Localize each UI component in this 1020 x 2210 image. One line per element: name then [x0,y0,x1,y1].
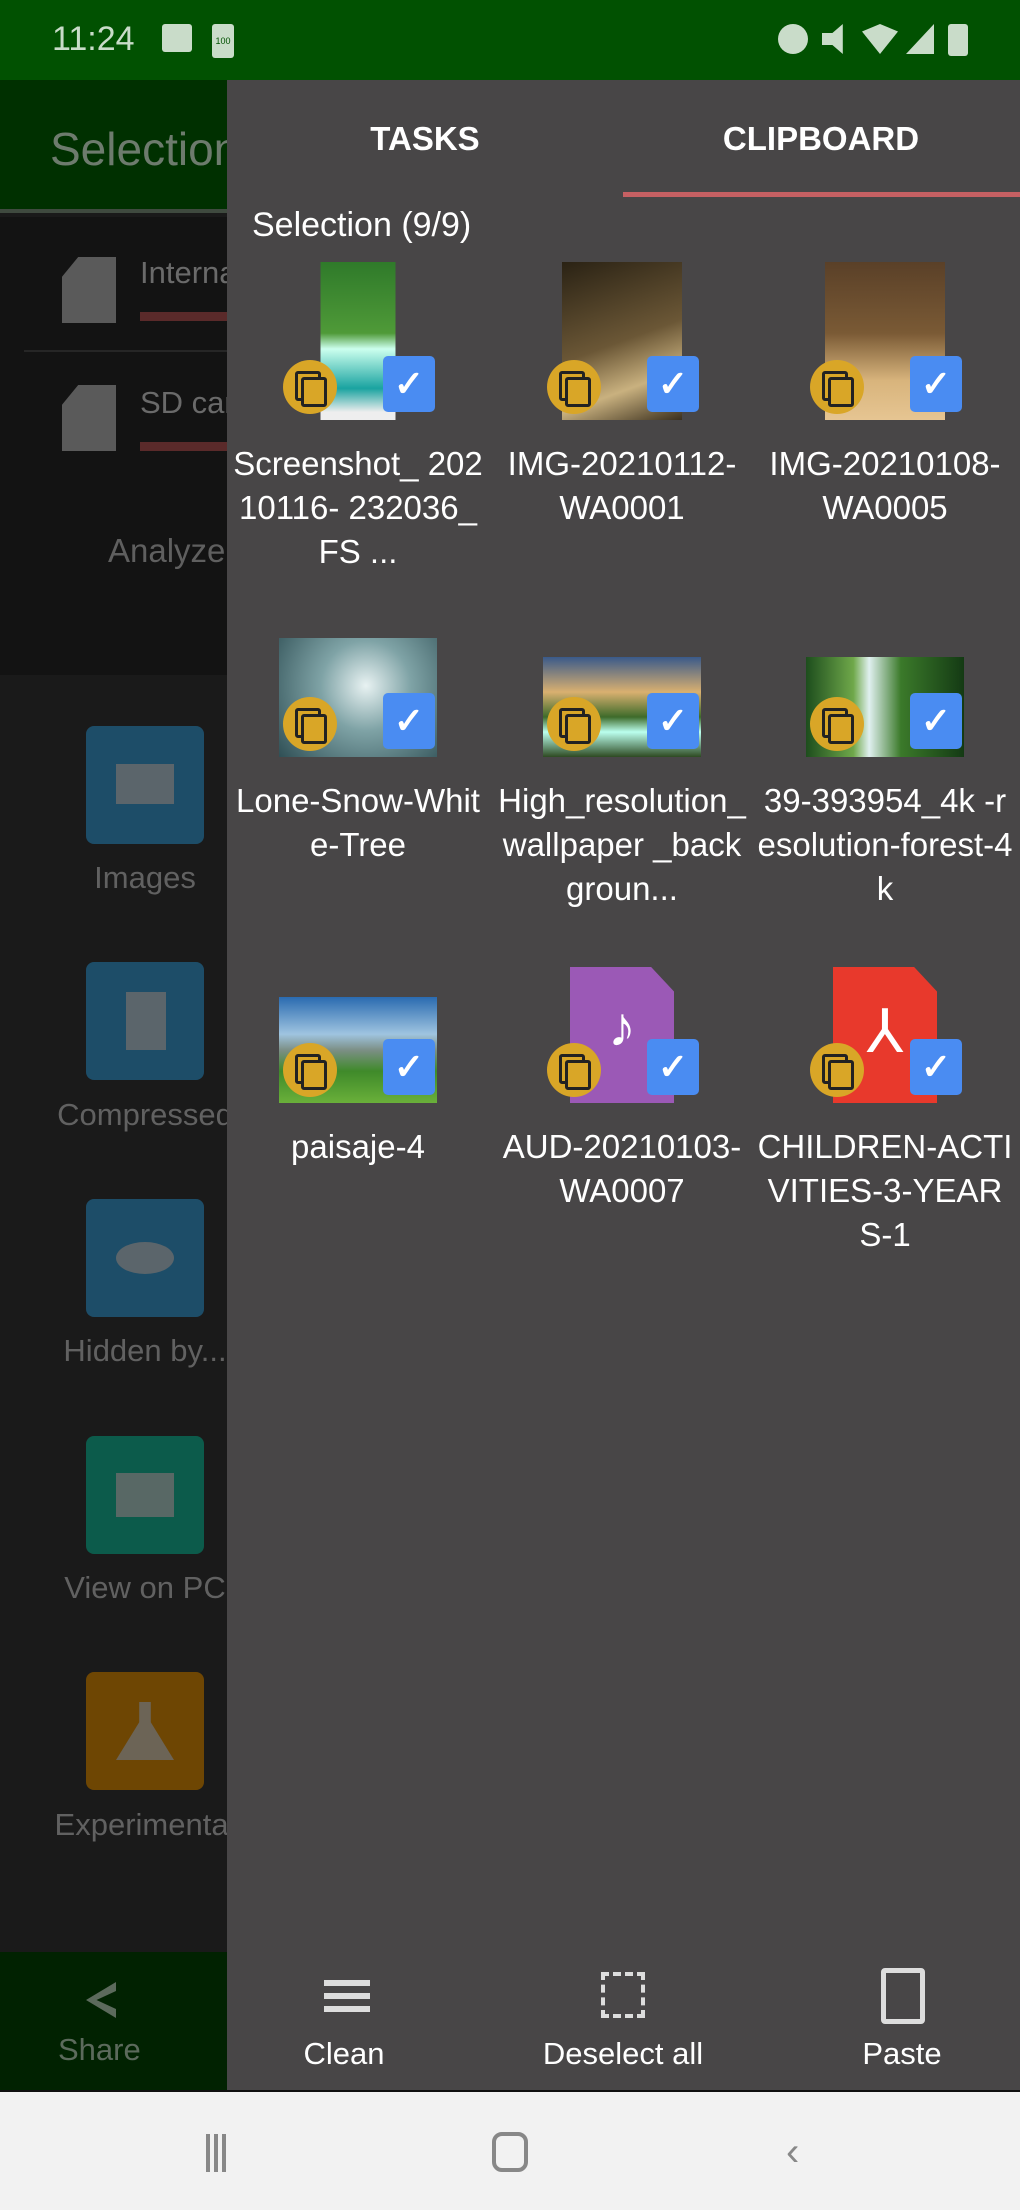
gallery-icon [162,24,192,52]
paste-label: Paste [862,2036,942,2071]
sd-card-icon [62,257,116,323]
eye-off-icon [116,1242,174,1274]
tool-images[interactable] [86,726,204,844]
tab-clipboard[interactable]: CLIPBOARD [623,120,1019,158]
clamp-icon [126,992,166,1050]
item-name: AUD-20210103-WA0007 [502,1128,742,1209]
tool-compressed-label: Compressed [57,1097,227,1132]
checkbox-checked-icon[interactable]: ✓ [647,693,699,749]
clean-button[interactable]: Clean [234,1968,454,2072]
signal-icon [906,24,934,54]
tool-hidden-label: Hidden by... [63,1333,227,1368]
storage-internal[interactable]: Internal [140,255,227,291]
item-name: Lone-Snow-White-Tree [236,782,480,863]
checkbox-checked-icon[interactable]: ✓ [383,356,435,412]
clipboard-item[interactable]: ♪ ✓ AUD-20210103-WA0007 [490,943,754,1213]
background-screen: Selection Internal SD card Analyze Image… [0,80,227,2090]
copy-icon [810,1043,864,1097]
flask-icon [116,1702,174,1760]
sd-card-icon [62,385,116,451]
share-button[interactable]: Share [0,1952,227,2090]
checkbox-checked-icon[interactable]: ✓ [647,1039,699,1095]
item-name: CHILDREN-ACTIVITIES-3-YEARS-1 [757,1128,1013,1253]
mute-icon [822,24,843,54]
copy-icon [283,360,337,414]
divider [24,350,227,352]
clean-label: Clean [303,2036,385,2071]
checkbox-checked-icon[interactable]: ✓ [910,693,962,749]
home-button[interactable] [492,2132,528,2172]
tab-indicator [623,192,1020,197]
clean-icon [234,1968,454,2024]
clipboard-item[interactable]: ✓ paisaje-4 [226,943,490,1169]
status-bar: 11:24 100 [0,0,1020,80]
analyze-link[interactable]: Analyze [108,532,225,570]
checkbox-checked-icon[interactable]: ✓ [910,1039,962,1095]
tool-view-on-pc[interactable] [86,1436,204,1554]
copy-icon [547,360,601,414]
battery-icon [948,24,968,56]
checkbox-checked-icon[interactable]: ✓ [383,693,435,749]
share-icon [86,1982,116,2018]
copy-icon [283,697,337,751]
checkbox-checked-icon[interactable]: ✓ [383,1039,435,1095]
tool-compressed[interactable] [86,962,204,1080]
paste-button[interactable]: Paste [792,1968,1012,2072]
copy-icon [810,360,864,414]
clipboard-item[interactable]: ⅄ ✓ CHILDREN-ACTIVITIES-3-YEARS-1 [753,943,1017,1257]
copy-icon [810,697,864,751]
clipboard-item[interactable]: ✓ Screenshot_ 20210116- 232036_FS ... [226,260,490,574]
checkbox-checked-icon[interactable]: ✓ [647,356,699,412]
tool-experimental-label: Experimental [54,1807,227,1842]
copy-icon [283,1043,337,1097]
item-name: Screenshot_ 20210116- 232036_FS ... [233,445,483,570]
copy-icon [547,1043,601,1097]
storage-sd-card[interactable]: SD card [140,385,227,421]
item-name: IMG-20210112-WA0001 [507,445,737,526]
tool-view-on-pc-label: View on PC [64,1570,226,1605]
deselect-all-label: Deselect all [542,2036,704,2071]
clipboard-item[interactable]: ✓ 39-393954_4k -resolution-forest-4k [753,597,1017,911]
share-label: Share [58,2032,141,2067]
image-icon [116,764,174,804]
item-name: High_resolution_wallpaper _backgroun... [498,782,746,907]
copy-icon [547,697,601,751]
clipboard-item[interactable]: ✓ IMG-20210108-WA0005 [753,260,1017,530]
alarm-icon [778,24,808,54]
clock: 11:24 [52,20,135,58]
clipboard-drawer: TASKS CLIPBOARD Selection (9/9) ✓ Screen… [227,80,1020,2090]
item-name: paisaje-4 [291,1128,425,1165]
selection-count: Selection (9/9) [252,206,472,244]
wifi-icon [862,24,898,54]
storage-section: Internal SD card Analyze [0,217,227,675]
tool-images-label: Images [94,860,196,895]
clipboard-item[interactable]: ✓ Lone-Snow-White-Tree [226,597,490,867]
storage-usage-bar [140,442,227,451]
clipboard-icon [792,1968,1012,2024]
tool-experimental[interactable] [86,1672,204,1790]
battery-saver-icon: 100 [212,24,234,58]
clipboard-item[interactable]: ✓ High_resolution_wallpaper _backgroun..… [490,597,754,911]
page-title: Selection [50,123,227,175]
checkbox-checked-icon[interactable]: ✓ [910,356,962,412]
system-nav-bar: ‹ [0,2090,1020,2210]
back-button[interactable]: ‹ [786,2132,812,2172]
clipboard-item[interactable]: ✓ IMG-20210112-WA0001 [490,260,754,530]
tool-hidden[interactable] [86,1199,204,1317]
recent-apps-button[interactable] [206,2134,226,2172]
app-bar: Selection [0,80,227,213]
storage-usage-bar [140,312,227,321]
tab-tasks[interactable]: TASKS [227,120,623,158]
deselect-all-button[interactable]: Deselect all [513,1968,733,2072]
pc-phone-icon [116,1473,174,1517]
deselect-all-icon [513,1968,733,2024]
item-name: 39-393954_4k -resolution-forest-4k [757,782,1013,907]
item-name: IMG-20210108-WA0005 [769,445,1001,526]
